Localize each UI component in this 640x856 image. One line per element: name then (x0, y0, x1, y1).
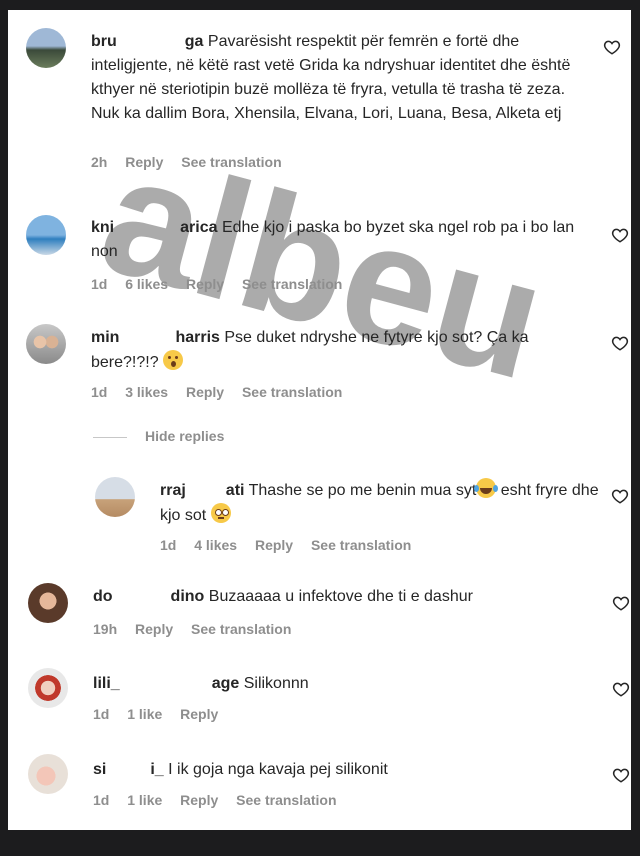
comment-time: 2h (91, 154, 108, 170)
hide-replies-button[interactable]: Hide replies (93, 428, 224, 444)
like-count[interactable]: 3 likes (125, 384, 168, 400)
avatar[interactable] (95, 477, 135, 517)
divider (93, 436, 127, 438)
heart-icon[interactable] (612, 594, 630, 612)
comment-text: I ik goja nga kavaja pej silikonit (168, 761, 388, 778)
reply-button[interactable]: Reply (186, 276, 224, 292)
like-count[interactable]: 1 like (127, 706, 162, 722)
comment-body: rraj ati Thashe se po me benin mua syt es… (160, 478, 600, 528)
reply-button[interactable]: Reply (255, 537, 293, 553)
heart-icon[interactable] (611, 334, 629, 352)
like-count[interactable]: 1 like (127, 792, 162, 808)
see-translation-link[interactable]: See translation (242, 276, 342, 292)
comment-meta: 19h Reply See translation (93, 621, 305, 637)
comment-text: Silikonnn (243, 675, 309, 692)
reply-button[interactable]: Reply (180, 706, 218, 722)
comment-username[interactable]: kni arica (91, 219, 218, 236)
comment-meta: 2h Reply See translation (91, 154, 296, 170)
comment-username[interactable]: rraj ati (160, 482, 244, 499)
see-translation-link[interactable]: See translation (311, 537, 411, 553)
comment-body: lili_ age Silikonnn (93, 672, 598, 696)
see-translation-link[interactable]: See translation (191, 621, 291, 637)
comment-meta: 1d 4 likes Reply See translation (160, 537, 425, 553)
reply-button[interactable]: Reply (180, 792, 218, 808)
comment-body: si i_ I ik goja nga kavaja pej silikonit (93, 758, 598, 782)
comment-time: 1d (91, 384, 108, 400)
comment-meta: 1d 3 likes Reply See translation (91, 384, 356, 400)
comment-time: 1d (93, 792, 110, 808)
comment-text: Thashe se po me benin mua syt (248, 482, 477, 499)
comment-text: Buzaaaaa u infektove dhe ti e dashur (208, 588, 473, 605)
comment-time: 19h (93, 621, 118, 637)
comment-time: 1d (91, 276, 108, 292)
flushed-face-icon (210, 503, 231, 523)
like-count[interactable]: 6 likes (125, 276, 168, 292)
comments-panel: albeu bru ga Pavarësisht respektit për fe… (8, 10, 631, 830)
avatar[interactable] (28, 754, 68, 794)
comment-time: 1d (160, 537, 177, 553)
heart-icon[interactable] (611, 487, 629, 505)
like-count[interactable]: 4 likes (194, 537, 237, 553)
avatar[interactable] (28, 583, 68, 623)
heart-icon[interactable] (612, 680, 630, 698)
comment-meta: 1d 1 like Reply (93, 706, 232, 722)
reply-button[interactable]: Reply (125, 154, 163, 170)
see-translation-link[interactable]: See translation (181, 154, 281, 170)
avatar[interactable] (28, 668, 68, 708)
comment-username[interactable]: si i_ (93, 761, 164, 778)
heart-icon[interactable] (612, 766, 630, 784)
comment-body: kni arica Edhe kjo i paska bo byzet ska n… (91, 216, 596, 264)
comment-body: min harris Pse duket ndryshe ne fytyre kj… (91, 326, 596, 375)
heart-icon[interactable] (611, 226, 629, 244)
comment-username[interactable]: min harris (91, 329, 220, 346)
astonished-face-icon (163, 350, 184, 370)
comment-meta: 1d 1 like Reply See translation (93, 792, 351, 808)
comment-username[interactable]: lili_ age (93, 675, 239, 692)
avatar[interactable] (26, 215, 66, 255)
reply-button[interactable]: Reply (186, 384, 224, 400)
comment-username[interactable]: bru ga (91, 33, 203, 50)
see-translation-link[interactable]: See translation (242, 384, 342, 400)
avatar[interactable] (26, 324, 66, 364)
see-translation-link[interactable]: See translation (236, 792, 336, 808)
heart-icon[interactable] (603, 38, 621, 56)
comment-body: bru ga Pavarësisht respektit për femrën e… (91, 30, 581, 126)
hide-replies-label: Hide replies (145, 428, 225, 444)
tears-of-joy-icon (474, 478, 499, 498)
reply-button[interactable]: Reply (135, 621, 173, 637)
comment-username[interactable]: do dino (93, 588, 204, 605)
comment-body: do dino Buzaaaaa u infektove dhe ti e das… (93, 585, 598, 609)
comment-time: 1d (93, 706, 110, 722)
comment-meta: 1d 6 likes Reply See translation (91, 276, 356, 292)
avatar[interactable] (26, 28, 66, 68)
